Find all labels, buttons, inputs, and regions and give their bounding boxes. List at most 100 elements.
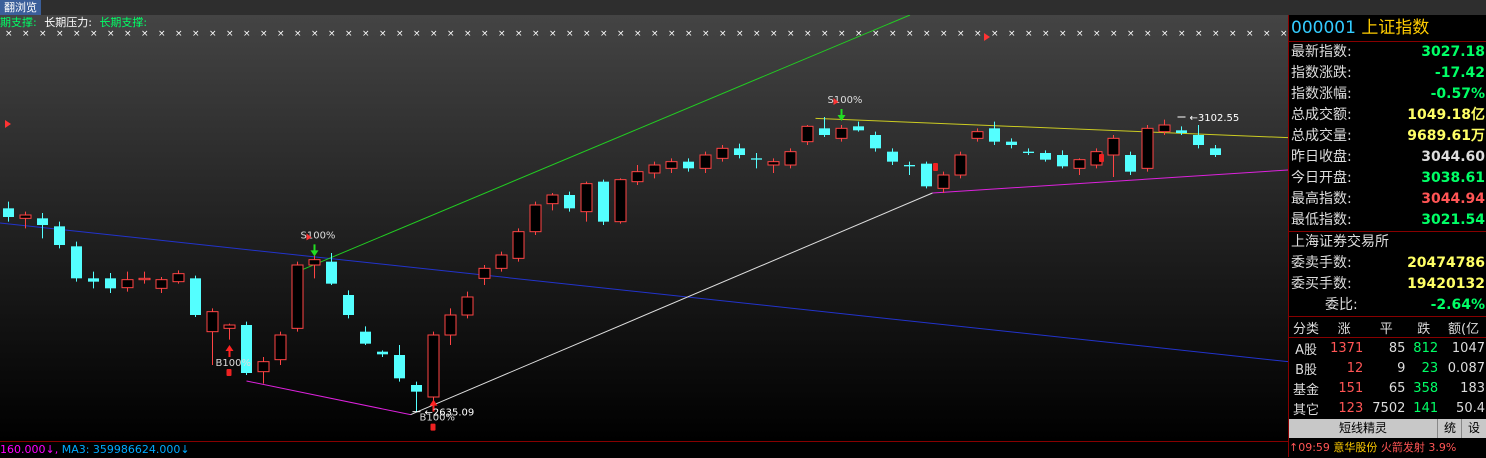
- candle-body: [1006, 141, 1017, 145]
- candle-body: [734, 148, 745, 155]
- candle-body: [411, 385, 422, 392]
- candle-body: [1107, 137, 1120, 156]
- short-line-sprite-button[interactable]: 短线精灵: [1289, 419, 1438, 438]
- category-header: 分类: [1289, 316, 1324, 338]
- category-down: 23: [1421, 360, 1439, 376]
- indicator-label: 期支撑:: [0, 16, 37, 29]
- candle-body: [495, 254, 508, 269]
- period-marker: ×: [22, 29, 30, 39]
- category-flat: 65: [1388, 380, 1406, 396]
- period-marker: ×: [396, 29, 404, 39]
- period-marker: ×: [413, 29, 421, 39]
- quote-row: 最新指数: 3027.18: [1289, 42, 1486, 63]
- period-marker: ×: [1212, 29, 1220, 39]
- period-marker: ×: [481, 29, 489, 39]
- period-marker: ×: [974, 29, 982, 39]
- candle-body: [308, 259, 321, 266]
- candle-body: [1073, 159, 1086, 169]
- candle-body: [427, 334, 440, 398]
- candle-body: [1040, 153, 1051, 160]
- period-marker: ×: [294, 29, 302, 39]
- candle-body: [1125, 155, 1136, 172]
- candle-body: [377, 351, 388, 355]
- quote-row: 指数涨幅: -0.57%: [1289, 84, 1486, 105]
- bottom-link-line: [246, 380, 411, 416]
- period-marker: ×: [991, 29, 999, 39]
- candle-body: [394, 355, 405, 379]
- quote-value: 1049.18亿: [1407, 107, 1485, 123]
- category-header: 平: [1365, 316, 1408, 338]
- period-marker: ×: [923, 29, 931, 39]
- volume-marker-icon: [226, 369, 232, 376]
- period-marker: ×: [430, 29, 438, 39]
- wave-line: [410, 192, 933, 416]
- period-marker: ×: [226, 29, 234, 39]
- settings-button[interactable]: 设: [1463, 419, 1485, 438]
- kline-chart[interactable]: × × × × × × × × × × × × × × × × × × × × × × × × × × × × × × × × × × × × × × × ×…: [0, 15, 1288, 441]
- period-marker: ×: [1025, 29, 1033, 39]
- candle-body: [767, 161, 780, 166]
- period-marker: ×: [362, 29, 370, 39]
- indicator-label: 长期压力:: [44, 16, 92, 29]
- period-marker: ×: [56, 29, 64, 39]
- candle-body: [665, 161, 678, 169]
- period-marker: ×: [889, 29, 897, 39]
- quote-label: 指数涨跌:: [1291, 65, 1352, 81]
- quote-row: 指数涨跌: -17.42: [1289, 63, 1486, 84]
- category-amount: 50.4: [1456, 400, 1485, 416]
- candle-body: [954, 154, 967, 176]
- news-time: ↑09:59: [1289, 441, 1330, 454]
- quote-row: 总成交量: 9689.61万: [1289, 126, 1486, 147]
- quote-row: 委比: -2.64%: [1289, 295, 1486, 316]
- period-marker: ×: [753, 29, 761, 39]
- quote-label: 指数涨幅:: [1291, 86, 1352, 102]
- period-marker: ×: [1178, 29, 1186, 39]
- sell-signal-label: S100%: [828, 95, 863, 106]
- period-marker: ×: [1076, 29, 1084, 39]
- candle-body: [835, 127, 848, 139]
- buy-arrow-icon: [225, 345, 234, 357]
- category-flat: 7502: [1372, 400, 1406, 416]
- period-marker: ×: [957, 29, 965, 39]
- category-flat: 9: [1397, 360, 1406, 376]
- candle-body: [598, 181, 609, 222]
- quote-value: 19420132: [1407, 276, 1485, 292]
- candle-body: [887, 151, 898, 162]
- stats-button[interactable]: 统: [1439, 419, 1462, 438]
- candle-body: [699, 154, 712, 169]
- quote-row: 总成交额: 1049.18亿: [1289, 105, 1486, 126]
- quote-value: -2.64%: [1430, 297, 1485, 313]
- period-marker: ×: [1127, 29, 1135, 39]
- news-pct: 3.9%: [1428, 441, 1457, 454]
- sell-arrow-icon: [310, 244, 319, 257]
- candle-body: [937, 174, 950, 189]
- candle-body: [88, 278, 99, 282]
- category-name: 其它: [1293, 402, 1320, 418]
- candle-body: [870, 135, 881, 149]
- quote-label: 委卖手数:: [1291, 255, 1352, 271]
- period-marker: ×: [464, 29, 472, 39]
- period-marker: ×: [277, 29, 285, 39]
- browse-tab[interactable]: 翻浏览: [0, 0, 41, 15]
- price-extreme-label: ←3102.55: [1190, 113, 1240, 124]
- candle-body: [564, 195, 575, 209]
- quote-panel: 000001 上证指数 最新指数: 3027.18 指数涨跌: -17.42 指数涨幅:…: [1288, 15, 1486, 457]
- candle-body: [105, 278, 116, 289]
- quote-value: 20474786: [1407, 255, 1485, 271]
- sprite-news-item[interactable]: ↑09:59 意华股份 火箭发射 3.9%: [1289, 439, 1486, 457]
- period-marker: ×: [1229, 29, 1237, 39]
- quote-label: 最新指数:: [1291, 44, 1352, 60]
- period-marker: ×: [1263, 29, 1271, 39]
- category-up: 123: [1338, 400, 1364, 416]
- period-marker: ×: [549, 29, 557, 39]
- support-line-lower: [932, 169, 1288, 194]
- candle-body: [155, 279, 168, 289]
- candle-body: [580, 183, 593, 213]
- category-amount: 1047: [1451, 340, 1485, 356]
- quote-value: 9689.61万: [1407, 128, 1485, 144]
- candle-body: [274, 334, 287, 361]
- period-marker: ×: [107, 29, 115, 39]
- period-marker: ×: [617, 29, 625, 39]
- candle-body: [784, 151, 797, 166]
- candle-body: [989, 128, 1000, 142]
